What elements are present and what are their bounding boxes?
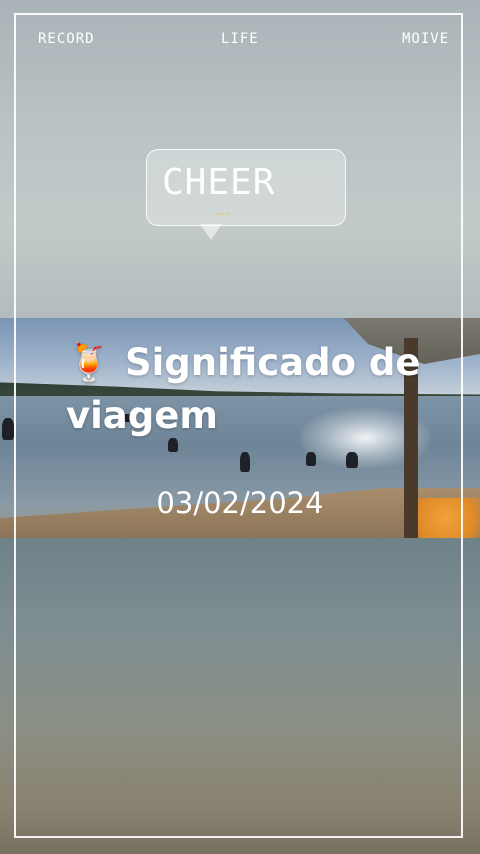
life-label: LIFE [221, 31, 259, 47]
photo-person [2, 418, 14, 440]
record-label: RECORD [38, 31, 95, 47]
cheer-text: CHEER [162, 162, 276, 203]
moive-label: MOIVE [402, 31, 450, 47]
story-date: 03/02/2024 [156, 486, 324, 520]
title-line-2: viagem [66, 394, 218, 437]
speech-bubble-tail [200, 224, 222, 240]
cocktail-emoji-icon: 🍹 [66, 341, 113, 384]
cheer-subtext: ᴗᴗᴗ [215, 208, 230, 217]
title-line-1: Significado de [124, 341, 421, 384]
story-title: 🍹 Significado de viagem [66, 336, 466, 442]
